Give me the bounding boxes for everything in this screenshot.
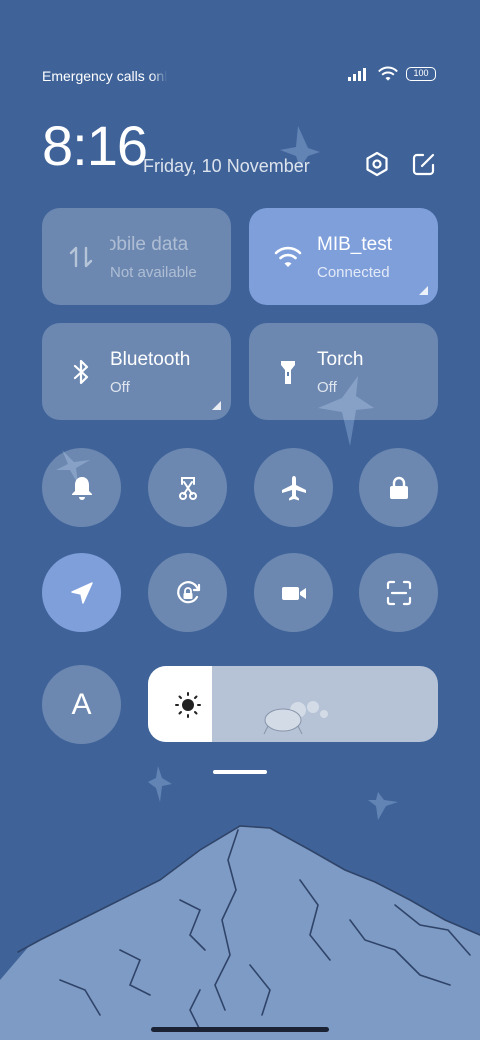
bird-shape xyxy=(148,766,172,802)
toggle-font[interactable]: A xyxy=(42,665,121,744)
lock-icon xyxy=(389,476,408,499)
scissors-icon xyxy=(178,476,197,500)
mobile-data-icon xyxy=(69,246,93,268)
sun-icon xyxy=(175,692,201,718)
home-indicator[interactable] xyxy=(151,1027,329,1032)
toggle-lock[interactable] xyxy=(359,448,438,527)
tile-title: Mobile data xyxy=(110,234,189,255)
tile-title: Torch xyxy=(317,349,364,370)
video-camera-icon xyxy=(281,586,306,600)
toggle-ring[interactable] xyxy=(42,448,121,527)
battery-icon: 100 xyxy=(406,67,436,81)
bluetooth-icon xyxy=(73,359,89,385)
airplane-icon xyxy=(281,475,306,500)
bird-shape xyxy=(368,792,398,820)
rotation-lock-icon xyxy=(176,580,200,603)
wifi-icon xyxy=(274,246,302,267)
font-icon: A xyxy=(71,687,92,721)
clock-time: 8:16 xyxy=(42,114,148,177)
location-arrow-icon xyxy=(70,581,93,604)
bell-icon xyxy=(71,476,92,500)
tile-mobile-data[interactable]: Mobile data Not available xyxy=(42,208,231,305)
toggle-location[interactable] xyxy=(42,553,121,632)
carrier-status: Emergency calls only xyxy=(42,68,167,84)
edit-icon[interactable] xyxy=(410,150,438,178)
mountain-shape xyxy=(0,826,480,1040)
cat-cloud-decoration xyxy=(263,701,328,735)
tile-bluetooth[interactable]: Bluetooth Off xyxy=(42,323,231,420)
brightness-slider[interactable] xyxy=(148,666,438,742)
status-icons: 100 xyxy=(348,66,436,82)
tile-wifi[interactable]: MIB_test Connected xyxy=(249,208,438,305)
torch-icon xyxy=(281,361,295,384)
toggle-airplane[interactable] xyxy=(254,448,333,527)
signal-icon xyxy=(348,68,366,81)
wifi-icon xyxy=(378,66,398,81)
tile-subtitle: Not available xyxy=(110,264,197,281)
expand-corner-icon[interactable] xyxy=(419,286,428,295)
scan-icon xyxy=(386,580,411,605)
tile-subtitle: Connected xyxy=(317,264,390,281)
tile-title: Bluetooth xyxy=(110,349,191,370)
tile-subtitle: Off xyxy=(110,379,130,396)
toggle-screen-recorder[interactable] xyxy=(254,553,333,632)
panel-drag-handle[interactable] xyxy=(213,770,267,774)
expand-corner-icon[interactable] xyxy=(212,401,221,410)
toggle-rotation-lock[interactable] xyxy=(148,553,227,632)
tile-title: MIB_test xyxy=(317,234,392,255)
toggle-scanner[interactable] xyxy=(359,553,438,632)
settings-hexagon-icon[interactable] xyxy=(363,150,391,178)
toggle-screenshot[interactable] xyxy=(148,448,227,527)
tile-subtitle: Off xyxy=(317,379,337,396)
tile-mobile-data-text: Mobile data Not available xyxy=(110,208,220,305)
clock-date: Friday, 10 November xyxy=(143,156,310,176)
tile-torch[interactable]: Torch Off xyxy=(249,323,438,420)
